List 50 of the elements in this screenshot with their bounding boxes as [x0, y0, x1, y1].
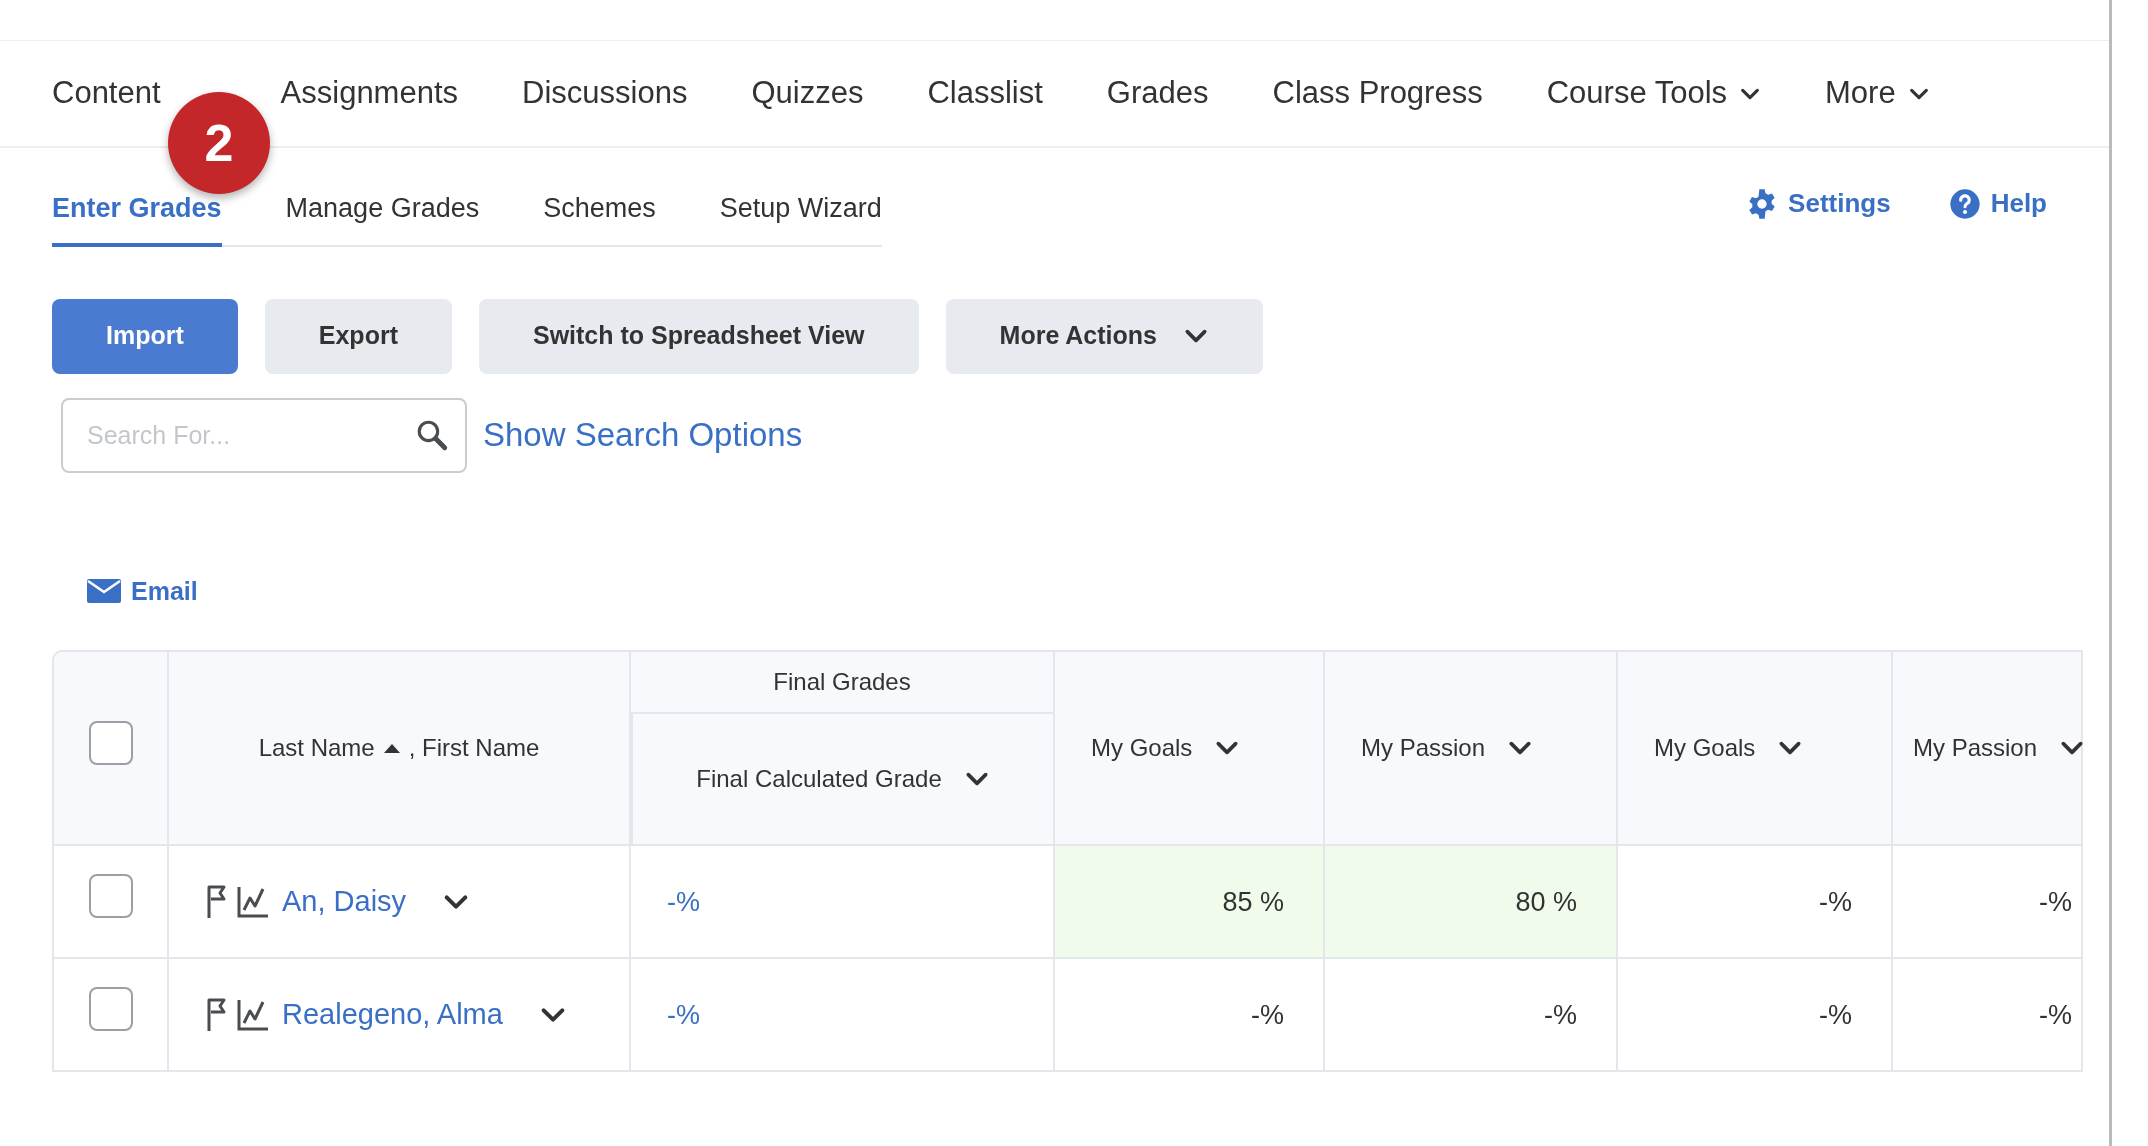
course-nav-link[interactable]: Content: [52, 70, 161, 117]
help-icon: [1948, 187, 1981, 220]
menu-button[interactable]: More Actions: [945, 298, 1263, 374]
grade-link[interactable]: -%: [667, 886, 700, 917]
grade-value: -%: [2038, 885, 2073, 919]
sub-tab[interactable]: Schemes: [543, 184, 656, 247]
settings-link[interactable]: Settings: [1746, 184, 1891, 223]
help-link[interactable]: Help: [1948, 184, 2047, 223]
grade-value: -%: [1818, 998, 1853, 1032]
line-chart-icon[interactable]: [236, 884, 270, 919]
sub-tab[interactable]: Setup Wizard: [719, 184, 882, 247]
column-header[interactable]: Final Calculated Grade: [696, 761, 942, 798]
column-group-header: Final Grades: [773, 668, 911, 696]
course-nav-link[interactable]: Quizzes: [751, 70, 864, 117]
grade-value: 85 %: [1221, 885, 1285, 919]
action-button[interactable]: Switch to Spreadsheet View: [478, 298, 919, 374]
course-nav-link[interactable]: Assignments: [280, 70, 459, 117]
student-name-link[interactable]: An, Daisy: [282, 880, 407, 924]
grade-value: 80 %: [1514, 885, 1578, 919]
grade-value: -%: [1818, 885, 1853, 919]
sub-tab[interactable]: Manage Grades: [285, 184, 480, 247]
grade-link[interactable]: -%: [667, 999, 700, 1030]
course-nav-link[interactable]: Classlist: [927, 70, 1043, 117]
action-button[interactable]: Export: [264, 298, 452, 374]
column-header[interactable]: My Goals: [1654, 730, 1756, 767]
grade-value: -%: [1543, 998, 1578, 1032]
action-button[interactable]: Import: [52, 298, 238, 374]
search-options-link[interactable]: Show Search Options: [483, 410, 803, 460]
checkbox[interactable]: [88, 874, 133, 918]
email-link[interactable]: Email: [87, 572, 198, 610]
envelope-icon: [87, 579, 121, 604]
column-header[interactable]: My Goals: [1091, 730, 1193, 767]
step-number-badge: 2: [168, 92, 270, 194]
course-nav-link[interactable]: Grades: [1106, 70, 1209, 117]
sub-tab[interactable]: Enter Grades: [52, 184, 222, 247]
course-nav-link[interactable]: Class Progress: [1272, 70, 1483, 117]
column-header[interactable]: , First Name: [408, 730, 540, 767]
grade-value: -%: [1250, 998, 1285, 1032]
search-field[interactable]: Search For...: [61, 397, 467, 473]
checkbox[interactable]: [88, 721, 133, 766]
student-name-link[interactable]: Realegeno, Alma: [282, 993, 503, 1037]
grade-value: -%: [2038, 998, 2073, 1032]
course-nav-link[interactable]: More: [1825, 70, 1930, 117]
course-nav-link[interactable]: Discussions: [522, 70, 688, 117]
line-chart-icon[interactable]: [236, 997, 270, 1032]
column-header[interactable]: My Passion: [1913, 730, 2038, 767]
course-nav-link[interactable]: Course Tools: [1546, 70, 1762, 117]
checkbox[interactable]: [88, 987, 133, 1031]
column-header[interactable]: My Passion: [1361, 730, 1486, 767]
column-header[interactable]: Last Name: [258, 730, 375, 767]
